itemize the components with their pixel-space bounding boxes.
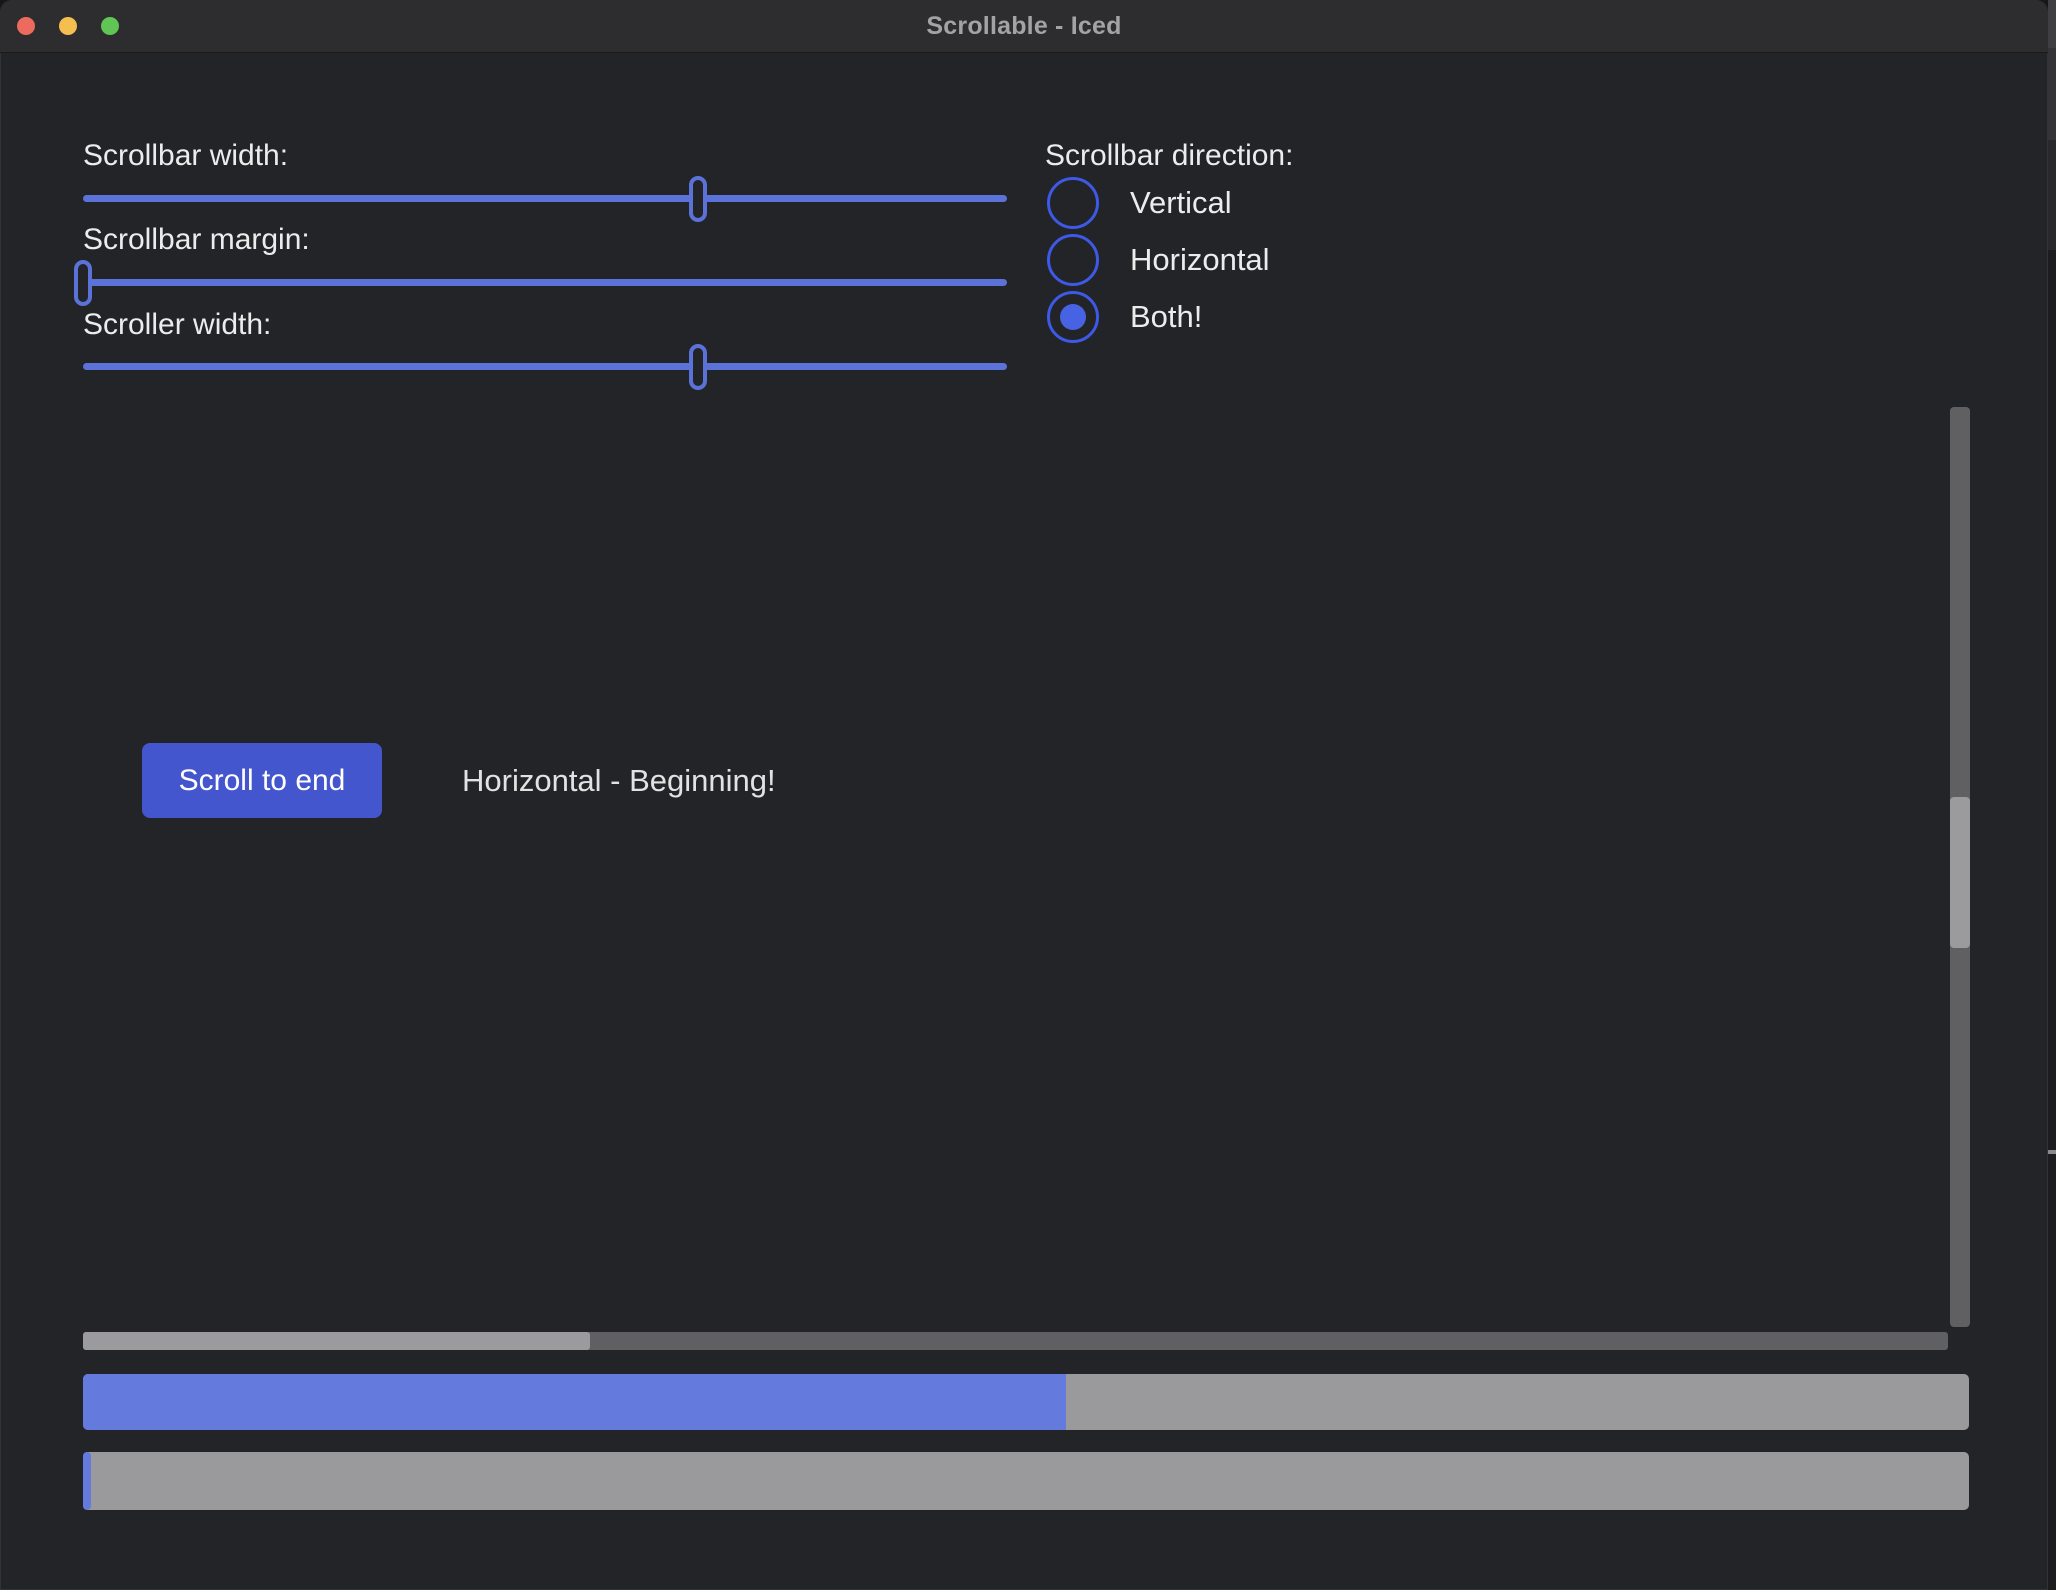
radio-label: Both! — [1130, 299, 1202, 335]
scrollbar-width-slider[interactable] — [83, 195, 1007, 202]
radio-option-horizontal[interactable]: Horizontal — [1047, 234, 1270, 286]
zoom-icon[interactable] — [101, 17, 119, 35]
radio-label: Vertical — [1130, 185, 1232, 221]
progress-fill — [83, 1452, 91, 1510]
scrollbar-width-label: Scrollbar width: — [83, 138, 288, 174]
radio-icon[interactable] — [1047, 177, 1099, 229]
scrollbar-margin-label: Scrollbar margin: — [83, 222, 310, 258]
scroller-width-slider[interactable] — [83, 363, 1007, 370]
horizontal-progress-bar — [83, 1374, 1969, 1430]
vertical-scrollbar-track[interactable] — [1950, 407, 1970, 1327]
scrollbar-direction-label: Scrollbar direction: — [1045, 138, 1293, 174]
scroll-status-text: Horizontal - Beginning! — [462, 762, 776, 800]
background-edge-divider — [2048, 1150, 2056, 1154]
titlebar: Scrollable - Iced — [0, 0, 2048, 53]
close-icon[interactable] — [17, 17, 35, 35]
slider-handle[interactable] — [689, 176, 707, 222]
radio-option-both[interactable]: Both! — [1047, 291, 1202, 343]
radio-icon[interactable] — [1047, 291, 1099, 343]
progress-fill — [83, 1374, 1066, 1430]
radio-option-vertical[interactable]: Vertical — [1047, 177, 1232, 229]
slider-handle[interactable] — [74, 260, 92, 306]
app-window: Scrollable - Iced Scrollbar width: Scrol… — [0, 0, 2048, 1590]
horizontal-scrollbar-track[interactable] — [83, 1332, 1948, 1350]
traffic-lights — [17, 17, 119, 35]
minimize-icon[interactable] — [59, 17, 77, 35]
scroll-to-end-button[interactable]: Scroll to end — [142, 743, 382, 818]
radio-label: Horizontal — [1130, 242, 1270, 278]
scroller-width-label: Scroller width: — [83, 307, 271, 343]
scrollbar-margin-slider[interactable] — [83, 279, 1007, 286]
radio-icon[interactable] — [1047, 234, 1099, 286]
vertical-scroller[interactable] — [1950, 797, 1970, 948]
horizontal-scroller[interactable] — [83, 1332, 590, 1350]
window-title: Scrollable - Iced — [926, 12, 1121, 41]
background-edge-strip — [2048, 0, 2056, 1590]
vertical-progress-bar — [83, 1452, 1969, 1510]
slider-handle[interactable] — [689, 344, 707, 390]
